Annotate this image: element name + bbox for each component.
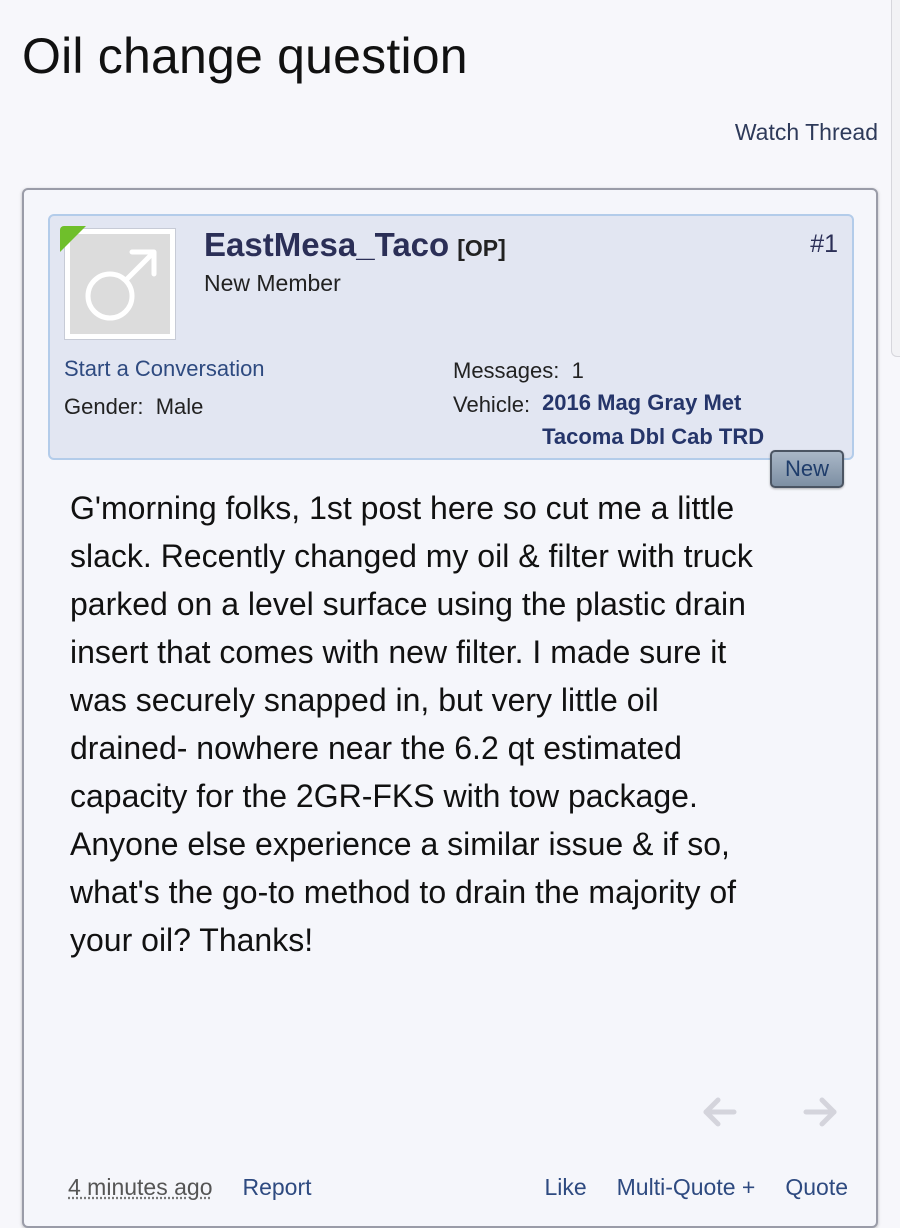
messages-value: 1 [572, 358, 584, 383]
post-body: G'morning folks, 1st post here so cut me… [70, 484, 770, 964]
post-navigation [700, 1090, 840, 1134]
user-title: New Member [204, 270, 341, 297]
vehicle-label: Vehicle: [453, 392, 530, 418]
quote-link[interactable]: Quote [785, 1174, 848, 1201]
vehicle-link[interactable]: 2016 Mag Gray Met Tacoma Dbl Cab TRD [542, 386, 782, 454]
post-number-link[interactable]: #1 [810, 230, 838, 259]
vehicle-row: Vehicle: 2016 Mag Gray Met Tacoma Dbl Ca… [453, 392, 782, 454]
op-badge: [OP] [457, 235, 506, 262]
new-post-badge: New [770, 450, 844, 488]
post-date[interactable]: 4 minutes ago [68, 1174, 212, 1201]
report-link[interactable]: Report [242, 1174, 311, 1201]
arrow-right-icon[interactable] [800, 1090, 840, 1134]
gender-label: Gender: [64, 394, 144, 419]
messages-row: Messages: 1 [453, 358, 584, 384]
watch-thread-link[interactable]: Watch Thread [735, 118, 878, 146]
gender-row: Gender: Male [64, 394, 203, 420]
user-info-block: EastMesa_Taco [OP] New Member #1 Start a… [48, 214, 854, 460]
like-link[interactable]: Like [544, 1174, 586, 1201]
arrow-left-icon[interactable] [700, 1090, 740, 1134]
scrollbar-edge[interactable] [891, 0, 900, 357]
gender-value: Male [156, 394, 204, 419]
username-line: EastMesa_Taco [OP] [204, 226, 506, 264]
post-card: EastMesa_Taco [OP] New Member #1 Start a… [22, 188, 878, 1228]
online-status-indicator [60, 226, 86, 252]
post-footer: 4 minutes ago Report Like Multi-Quote + … [68, 1174, 848, 1201]
page-title: Oil change question [22, 26, 468, 86]
start-conversation-link[interactable]: Start a Conversation [64, 356, 265, 382]
post-paragraph: Anyone else experience a similar issue &… [70, 820, 770, 964]
username-link[interactable]: EastMesa_Taco [204, 226, 449, 264]
messages-label: Messages: [453, 358, 559, 383]
post-paragraph: G'morning folks, 1st post here so cut me… [70, 484, 770, 820]
multi-quote-link[interactable]: Multi-Quote + [617, 1174, 756, 1201]
